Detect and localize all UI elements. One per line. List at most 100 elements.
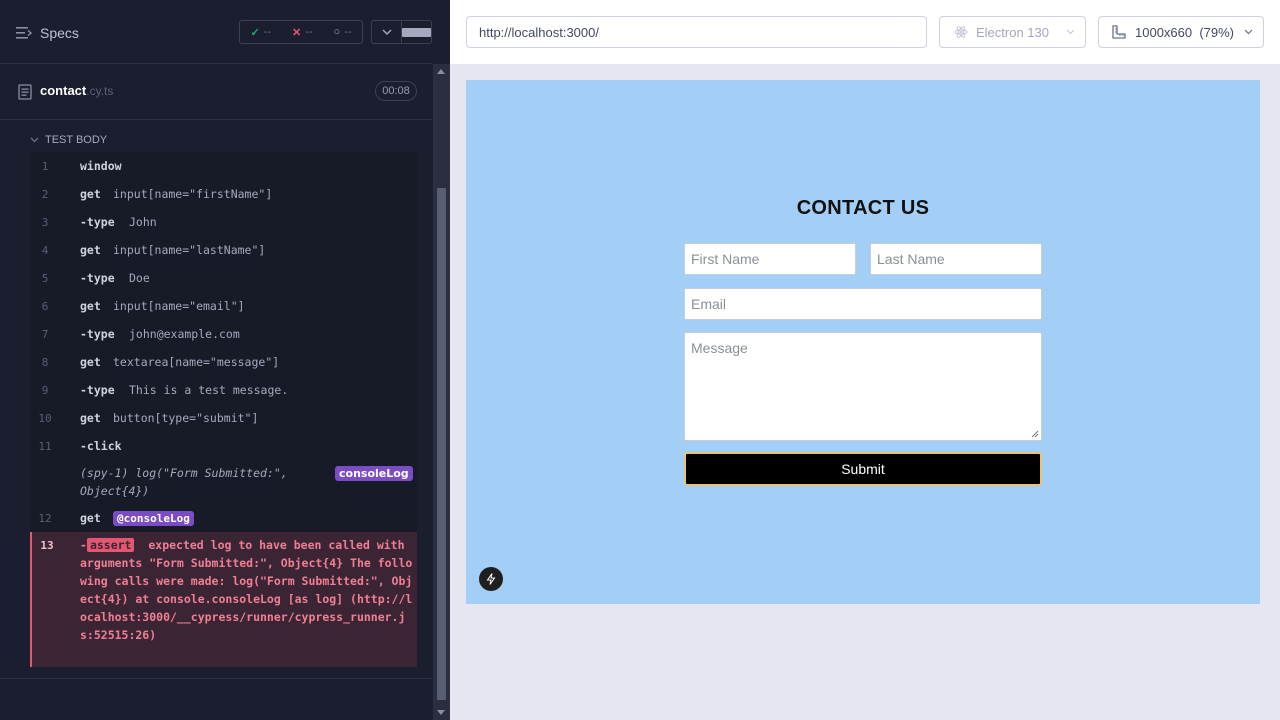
studio-bolt-button[interactable] xyxy=(479,567,503,591)
spinner-icon: ○ xyxy=(333,26,341,38)
spec-name: contact xyxy=(40,83,87,98)
alias-badge: @consoleLog xyxy=(113,510,194,526)
submit-button[interactable]: Submit xyxy=(684,452,1042,486)
command-message: Doe xyxy=(129,271,150,285)
check-icon: ✓ xyxy=(250,26,260,39)
command-row[interactable]: 4 get input[name="lastName"] xyxy=(30,236,417,264)
command-number: 6 xyxy=(41,299,49,313)
command-number: 13 xyxy=(40,539,54,552)
command-number: 8 xyxy=(41,355,49,369)
command-message: John xyxy=(129,215,157,229)
command-row[interactable]: 9 -type This is a test message. xyxy=(30,376,417,404)
assert-label: assert xyxy=(86,538,135,552)
command-number: 4 xyxy=(41,243,49,257)
browser-selector[interactable]: Electron 130 xyxy=(939,16,1086,48)
expand-toggle-button[interactable] xyxy=(372,21,401,43)
duration-badge: 00:08 xyxy=(375,81,417,101)
failed-count: -- xyxy=(305,26,313,38)
error-text: expected log to have been called with ar… xyxy=(80,538,413,642)
stop-button[interactable] xyxy=(401,21,431,43)
chevron-down-icon xyxy=(1244,29,1253,35)
app-under-test: CONTACT US First Name Last Name Email Me… xyxy=(466,80,1260,604)
resize-grip-icon[interactable] xyxy=(1031,430,1039,438)
command-row[interactable]: 8 get textarea[name="message"] xyxy=(30,348,417,376)
specs-toggle-button[interactable]: Specs xyxy=(16,22,79,44)
command-name: -type xyxy=(80,271,115,285)
command-row[interactable]: 11 -click xyxy=(30,432,417,460)
command-number: 11 xyxy=(38,439,52,453)
url-text: http://localhost:3000/ xyxy=(479,24,599,40)
spec-ext: .cy.ts xyxy=(86,84,114,98)
command-message: button[type="submit"] xyxy=(113,411,259,425)
browser-label: Electron 130 xyxy=(976,24,1049,40)
error-command-row[interactable]: 13 - assert expected log to have been cal… xyxy=(30,532,417,667)
command-row[interactable]: 5 -type Doe xyxy=(30,264,417,292)
test-stats: ✓ -- ✕ -- ○ -- xyxy=(239,20,363,44)
command-row[interactable]: 2 get input[name="firstName"] xyxy=(30,180,417,208)
test-body-toggle[interactable]: TEST BODY xyxy=(30,130,417,150)
command-message: input[name="lastName"] xyxy=(113,243,266,257)
viewport-label: 1000x660 (79%) xyxy=(1135,24,1235,40)
lightning-icon xyxy=(486,573,496,585)
input-placeholder: Last Name xyxy=(877,251,945,267)
chevron-down-icon xyxy=(30,137,39,143)
command-name: get xyxy=(80,187,101,201)
preview-toolbar: http://localhost:3000/ Electron 130 1000… xyxy=(450,0,1280,64)
chevron-down-icon xyxy=(382,29,391,35)
ruler-icon xyxy=(1112,25,1126,39)
specs-label: Specs xyxy=(40,25,79,41)
input-placeholder: Message xyxy=(691,340,748,356)
command-row[interactable]: 12 get @consoleLog xyxy=(30,504,417,532)
command-row[interactable]: 3 -type John xyxy=(30,208,417,236)
reporter-header: Specs ✓ -- ✕ -- ○ -- xyxy=(0,0,432,64)
spec-header: contact.cy.ts 00:08 xyxy=(0,64,432,120)
scroll-down-icon[interactable] xyxy=(437,710,445,715)
command-name: get xyxy=(80,243,101,257)
spec-title: contact.cy.ts xyxy=(40,83,113,98)
command-number: 3 xyxy=(41,215,49,229)
app-preview-panel: http://localhost:3000/ Electron 130 1000… xyxy=(450,0,1280,720)
command-message: This is a test message. xyxy=(129,383,289,397)
x-icon: ✕ xyxy=(292,26,302,39)
list-icon xyxy=(16,27,32,39)
email-input[interactable]: Email xyxy=(684,288,1042,320)
reporter-scrollbar[interactable] xyxy=(433,64,450,720)
command-row[interactable]: 6 get input[name="email"] xyxy=(30,292,417,320)
first-name-input[interactable]: First Name xyxy=(684,243,856,275)
passed-count: -- xyxy=(263,26,272,38)
command-number: 2 xyxy=(41,187,49,201)
pending-count: -- xyxy=(344,26,352,38)
command-name: -click xyxy=(80,439,122,453)
viewport-selector[interactable]: 1000x660 (79%) xyxy=(1098,16,1264,48)
command-name: get xyxy=(80,355,101,369)
command-row[interactable]: 1 window xyxy=(30,152,417,180)
url-bar[interactable]: http://localhost:3000/ xyxy=(466,16,927,48)
chevron-down-icon xyxy=(1066,29,1075,35)
command-row[interactable]: 7 -type john@example.com xyxy=(30,320,417,348)
command-message: input[name="firstName"] xyxy=(113,187,273,201)
pending-stat: ○ -- xyxy=(334,26,352,38)
scroll-thumb[interactable] xyxy=(437,188,446,700)
message-textarea[interactable]: Message xyxy=(684,332,1042,441)
alias-badge: consoleLog xyxy=(335,466,413,481)
test-body-label: TEST BODY xyxy=(45,134,108,146)
passed-stat: ✓ -- xyxy=(250,26,271,39)
run-controls xyxy=(371,20,432,44)
command-number: 7 xyxy=(41,327,49,341)
page-title: CONTACT US xyxy=(796,197,930,219)
scroll-up-icon[interactable] xyxy=(437,69,445,74)
spy-log-row[interactable]: (spy-1) log("Form Submitted:", Object{4}… xyxy=(30,460,417,502)
command-number: 10 xyxy=(38,411,52,425)
command-number: 9 xyxy=(41,383,49,397)
command-number: 12 xyxy=(38,511,52,525)
command-name: get xyxy=(80,411,101,425)
command-message: textarea[name="message"] xyxy=(113,355,280,369)
last-name-input[interactable]: Last Name xyxy=(870,243,1042,275)
command-row[interactable]: 10 get button[type="submit"] xyxy=(30,404,417,432)
spy-text-line: (spy-1) log("Form Submitted:", xyxy=(80,466,288,480)
reporter-panel: Specs ✓ -- ✕ -- ○ -- contact.cy.ts 00:08 TE… xyxy=(0,0,450,720)
spy-text: (spy-1) log("Form Submitted:", Object{4}… xyxy=(80,464,330,500)
spy-text-line: Object{4}) xyxy=(80,484,150,498)
electron-icon xyxy=(954,26,968,38)
command-number: 1 xyxy=(41,159,49,173)
